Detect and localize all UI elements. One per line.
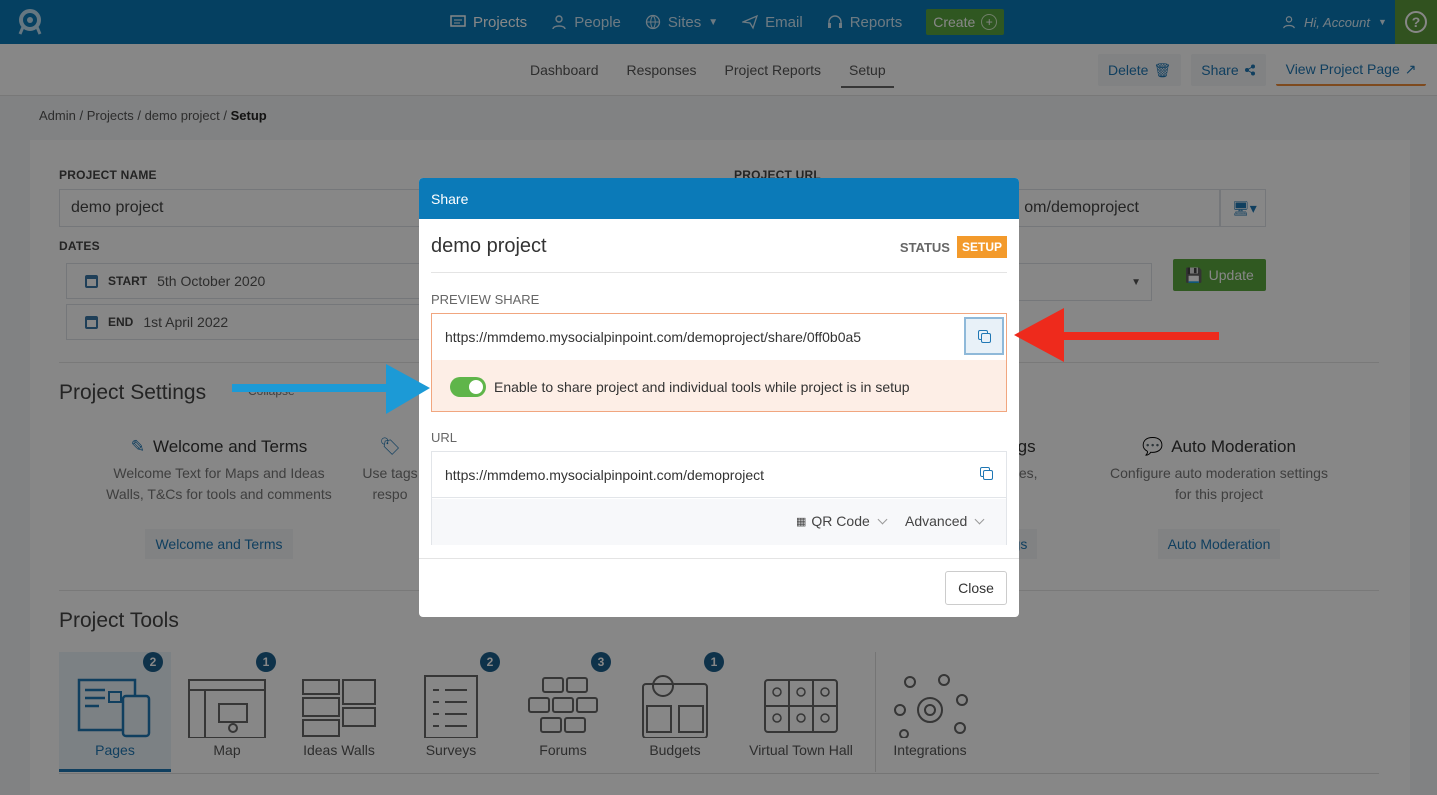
project-url-display[interactable]: https://mmdemo.mysocialpinpoint.com/demo…	[432, 452, 1006, 498]
qr-code-dropdown[interactable]: ▦ QR Code	[796, 513, 888, 529]
preview-share-label: PREVIEW SHARE	[431, 292, 540, 307]
url-box: https://mmdemo.mysocialpinpoint.com/demo…	[431, 451, 1007, 545]
modal-header: Share	[419, 178, 1019, 219]
blue-arrow-annotation	[232, 364, 430, 414]
toggle-label: Enable to share project and individual t…	[494, 379, 910, 395]
share-in-setup-toggle[interactable]	[450, 377, 486, 397]
project-url-text: https://mmdemo.mysocialpinpoint.com/demo…	[445, 466, 765, 483]
copy-preview-url-button[interactable]	[964, 317, 1004, 355]
red-arrow-annotation	[1014, 308, 1219, 362]
chevron-down-icon	[877, 514, 888, 524]
status-label: STATUS	[899, 239, 950, 255]
project-status: STATUS SETUP	[900, 236, 1007, 258]
copy-icon[interactable]	[980, 467, 993, 480]
qr-code-icon: ▦	[796, 515, 807, 528]
preview-share-url[interactable]: https://mmdemo.mysocialpinpoint.com/demo…	[432, 314, 1006, 360]
share-modal: Share demo project STATUS SETUP PREVIEW …	[419, 178, 1019, 617]
divider	[431, 272, 1007, 273]
status-badge: SETUP	[956, 236, 1007, 258]
divider	[419, 558, 1019, 559]
url-label: URL	[431, 430, 458, 445]
url-options: ▦ QR Code Advanced	[432, 499, 1006, 545]
close-button[interactable]: Close	[945, 571, 1007, 605]
advanced-dropdown[interactable]: Advanced	[905, 513, 985, 529]
qr-code-label: QR Code	[811, 513, 870, 529]
chevron-down-icon	[974, 514, 985, 524]
advanced-label: Advanced	[905, 513, 968, 529]
copy-icon	[978, 330, 991, 343]
modal-project-title: demo project	[431, 235, 547, 257]
preview-url-text: https://mmdemo.mysocialpinpoint.com/demo…	[445, 329, 862, 345]
share-in-setup-toggle-row: Enable to share project and individual t…	[450, 377, 910, 397]
preview-share-box: https://mmdemo.mysocialpinpoint.com/demo…	[431, 313, 1007, 412]
